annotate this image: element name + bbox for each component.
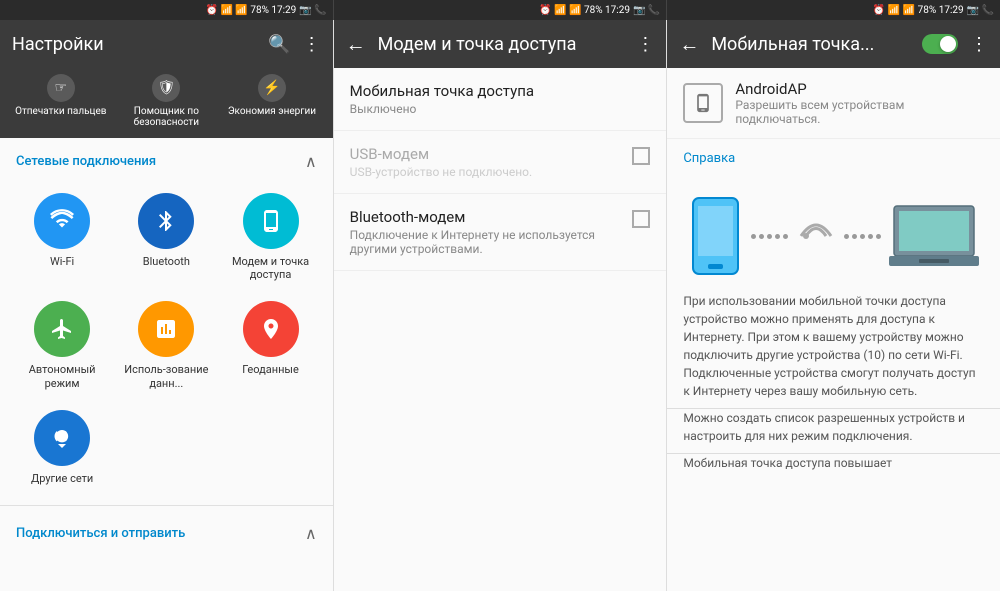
other-networks-label: Другие сети [31, 472, 93, 485]
bluetooth-item[interactable]: Bluetooth [116, 185, 216, 289]
wifi-label: Wi-Fi [50, 255, 74, 268]
connect-section-header: Подключиться и отправить ∧ [0, 510, 333, 549]
network-chevron-icon[interactable]: ∧ [305, 152, 317, 171]
mobile-hotspot-status: Выключено [350, 102, 651, 116]
quick-action-fingerprint[interactable]: ☞ Отпечатки пальцев [8, 74, 114, 128]
airplane-icon [34, 301, 90, 357]
network-section-header: Сетевые подключения ∧ [0, 138, 333, 177]
hotspot-more-icon[interactable]: ⋮ [970, 34, 988, 55]
phone-svg-icon [688, 196, 743, 276]
help-text-2: Можно создать список разрешенных устройс… [667, 409, 1000, 453]
status-icons-1: ⏰ 📶 📶 78% 17:29 [206, 5, 297, 16]
mobile-hotspot-title: Мобильная точка доступа [350, 82, 651, 100]
modem-title: Модем и точка доступа [378, 34, 629, 55]
connector-dots [751, 234, 788, 239]
modem-more-icon[interactable]: ⋮ [636, 34, 654, 55]
status-extra-1: 📷 📞 [299, 5, 326, 16]
help-title: Справка [683, 151, 984, 166]
usb-modem-subtitle: USB-устройство не подключено. [350, 165, 532, 179]
ap-device-icon [683, 83, 723, 123]
usb-modem-title: USB-модем [350, 145, 532, 163]
wifi-icon [34, 193, 90, 249]
ap-info: AndroidAP Разрешить всем устройствам под… [735, 80, 984, 126]
usb-modem-checkbox[interactable] [632, 147, 650, 165]
location-item[interactable]: Геоданные [220, 293, 320, 397]
hotspot-content: AndroidAP Разрешить всем устройствам под… [667, 68, 1000, 591]
settings-content: Сетевые подключения ∧ Wi-Fi [0, 138, 333, 591]
connector-dots-2 [844, 234, 881, 239]
quick-action-security[interactable]: 🛡 Помощник по безопасности [114, 74, 220, 128]
modem-icon [243, 193, 299, 249]
bluetooth-modem-checkbox[interactable] [632, 210, 650, 228]
hotspot-top-bar: ← Мобильная точка... ⋮ [667, 20, 1000, 68]
ap-desc: Разрешить всем устройствам подключаться. [735, 98, 984, 126]
screens-container: Настройки 🔍 ⋮ ☞ Отпечатки пальцев 🛡 Помо… [0, 20, 1000, 591]
data-usage-label: Исполь-зование данн... [120, 363, 212, 389]
hotspot-title: Мобильная точка... [711, 34, 914, 55]
quick-action-battery[interactable]: ⚡ Экономия энергии [219, 74, 325, 128]
toggle-knob [940, 36, 956, 52]
ap-row[interactable]: AndroidAP Разрешить всем устройствам под… [667, 68, 1000, 139]
status-extra-3: 📷 📞 [967, 5, 994, 16]
status-icons-3: ⏰ 📶 📶 78% 17:29 [873, 5, 964, 16]
quick-action-security-label: Помощник по безопасности [114, 106, 220, 128]
connect-chevron-icon[interactable]: ∧ [305, 524, 317, 543]
modem-screen: ← Модем и точка доступа ⋮ Мобильная точк… [334, 20, 668, 591]
device-illustration [667, 180, 1000, 292]
status-bar-panel-3: ⏰ 📶 📶 78% 17:29 📷 📞 [667, 0, 1000, 20]
airplane-item[interactable]: Автономный режим [12, 293, 112, 397]
status-bar: ⏰ 📶 📶 78% 17:29 📷 📞 ⏰ 📶 📶 78% 17:29 📷 📞 … [0, 0, 1000, 20]
security-icon: 🛡 [152, 74, 180, 102]
divider-1 [0, 505, 333, 506]
hotspot-toggle[interactable] [922, 34, 958, 54]
usb-modem-row[interactable]: USB-модем USB-устройство не подключено. [334, 131, 667, 194]
help-section: Справка [667, 139, 1000, 180]
help-text-1: При использовании мобильной точки доступ… [667, 292, 1000, 408]
help-text-3: Мобильная точка доступа повышает [667, 454, 1000, 480]
signal-waves-icon [796, 206, 836, 266]
bluetooth-label: Bluetooth [143, 255, 190, 268]
bluetooth-modem-row[interactable]: Bluetooth-модем Подключение к Интернету … [334, 194, 667, 271]
modem-content: Мобильная точка доступа Выключено USB-мо… [334, 68, 667, 591]
other-networks-item[interactable]: Другие сети [12, 402, 112, 493]
network-section-title: Сетевые подключения [16, 154, 156, 169]
status-extra-2: 📷 📞 [633, 5, 660, 16]
mobile-hotspot-row[interactable]: Мобильная точка доступа Выключено [334, 68, 667, 131]
bluetooth-modem-subtitle: Подключение к Интернету не используется … [350, 228, 625, 256]
fingerprint-icon: ☞ [47, 74, 75, 102]
modem-item[interactable]: Модем и точка доступа [220, 185, 320, 289]
back-arrow-icon[interactable]: ← [346, 32, 366, 57]
settings-top-bar: Настройки 🔍 ⋮ [0, 20, 333, 68]
settings-screen: Настройки 🔍 ⋮ ☞ Отпечатки пальцев 🛡 Помо… [0, 20, 334, 591]
data-usage-icon [138, 301, 194, 357]
modem-top-bar: ← Модем и точка доступа ⋮ [334, 20, 667, 68]
status-icons-2: ⏰ 📶 📶 78% 17:29 [539, 5, 630, 16]
airplane-label: Автономный режим [16, 363, 108, 389]
ap-name: AndroidAP [735, 80, 984, 98]
search-icon[interactable]: 🔍 [268, 34, 290, 55]
hotspot-top-right: ⋮ [922, 34, 988, 55]
location-label: Геоданные [242, 363, 299, 376]
bluetooth-modem-title: Bluetooth-модем [350, 208, 625, 226]
bluetooth-icon [138, 193, 194, 249]
other-networks-icon [34, 410, 90, 466]
modem-label: Модем и точка доступа [224, 255, 316, 281]
wifi-item[interactable]: Wi-Fi [12, 185, 112, 289]
battery-icon: ⚡ [258, 74, 286, 102]
network-icon-grid: Wi-Fi Bluetooth [0, 177, 333, 501]
data-usage-item[interactable]: Исполь-зование данн... [116, 293, 216, 397]
connect-section-title: Подключиться и отправить [16, 526, 185, 541]
status-bar-panel-2: ⏰ 📶 📶 78% 17:29 📷 📞 [334, 0, 668, 20]
status-bar-panel-1: ⏰ 📶 📶 78% 17:29 📷 📞 [0, 0, 334, 20]
hotspot-screen: ← Мобильная точка... ⋮ AndroidAP Разреши… [667, 20, 1000, 591]
more-icon[interactable]: ⋮ [303, 34, 321, 55]
settings-title: Настройки [12, 34, 260, 55]
location-icon [243, 301, 299, 357]
quick-action-fingerprint-label: Отпечатки пальцев [15, 106, 106, 117]
quick-action-battery-label: Экономия энергии [228, 106, 316, 117]
settings-top-actions: 🔍 ⋮ [268, 34, 320, 55]
quick-actions-bar: ☞ Отпечатки пальцев 🛡 Помощник по безопа… [0, 68, 333, 138]
laptop-svg-icon [889, 201, 979, 271]
hotspot-back-icon[interactable]: ← [679, 32, 699, 57]
